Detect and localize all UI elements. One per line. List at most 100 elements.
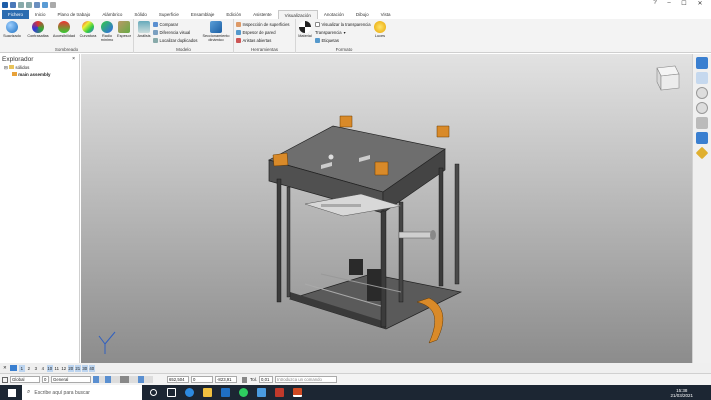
page-30[interactable]: 30: [81, 364, 88, 372]
page-4[interactable]: 4: [40, 365, 46, 372]
save-icon[interactable]: [10, 1, 16, 8]
view-cube-icon[interactable]: [656, 65, 680, 91]
tree-item-solidos[interactable]: ⊟ sólidos: [0, 64, 79, 71]
seccionamiento-dinamico-button[interactable]: Seccionamiento dinámico: [200, 21, 232, 42]
maximize-button[interactable]: ☐: [679, 0, 689, 7]
comparar-button[interactable]: Comparar: [153, 22, 178, 27]
espesor-de-pared-button[interactable]: Espesor de pared: [236, 30, 276, 35]
page-20[interactable]: 20: [67, 364, 74, 372]
lock-icon[interactable]: [242, 376, 247, 383]
page-2[interactable]: 2: [26, 365, 32, 372]
page-1[interactable]: 1: [18, 364, 25, 372]
customize-icon[interactable]: [50, 1, 56, 8]
zoom-icon[interactable]: [696, 87, 708, 99]
aristas-abiertas-button[interactable]: Aristas abiertas: [236, 38, 271, 43]
tab-edicion[interactable]: Edición: [220, 10, 247, 19]
page-21[interactable]: 21: [74, 364, 81, 372]
tolerance-field[interactable]: 0,01: [259, 376, 274, 383]
localizar-duplicados-button[interactable]: Localizar duplicados: [153, 38, 197, 43]
command-input[interactable]: Introduzca un comando: [275, 376, 338, 383]
file-explorer-icon[interactable]: [202, 388, 212, 397]
group-label-modelo: Modelo: [176, 47, 191, 52]
fit-view-icon[interactable]: [696, 117, 708, 129]
print-icon[interactable]: [34, 1, 40, 8]
view-iso-icon[interactable]: [696, 57, 708, 69]
tab-visualizacion[interactable]: Visualización: [277, 10, 318, 19]
redo-icon[interactable]: [26, 1, 32, 8]
tab-anotacion[interactable]: Anotación: [318, 10, 350, 19]
powerpoint-icon[interactable]: [292, 388, 302, 397]
layers-toggle-icon[interactable]: [9, 365, 17, 371]
model-view[interactable]: [81, 54, 692, 363]
curvatura-button[interactable]: Curvatura: [78, 21, 98, 38]
task-view-icon[interactable]: [166, 388, 176, 397]
localizar-duplicados-icon: [153, 38, 158, 43]
luces-button[interactable]: Luces: [372, 21, 388, 38]
suavizado-button[interactable]: Suavizado: [2, 21, 22, 38]
app-logo-icon: [2, 1, 8, 8]
tab-fichero[interactable]: Fichero: [2, 10, 30, 19]
tab-superficie[interactable]: Superficie: [153, 10, 185, 19]
group-herramientas: Inspección de superficies Espesor de par…: [234, 19, 296, 53]
expand-icon[interactable]: ⊟: [4, 65, 8, 70]
inspeccion-icon: [236, 22, 241, 27]
3d-viewport[interactable]: [81, 54, 692, 363]
whatsapp-icon[interactable]: [238, 388, 248, 397]
inspeccion-superficies-button[interactable]: Inspección de superficies: [236, 22, 290, 27]
x-coordinate-field[interactable]: 652,504: [167, 376, 189, 383]
close-bar-icon[interactable]: ✕: [3, 365, 7, 371]
snap-icons[interactable]: [93, 376, 153, 383]
view-cube-small-icon[interactable]: [696, 72, 708, 84]
minimize-button[interactable]: –: [664, 0, 674, 6]
layer-select[interactable]: General: [51, 376, 91, 383]
cortana-icon[interactable]: [150, 389, 157, 396]
tab-plano-de-trabajo[interactable]: Plano de trabajo: [52, 10, 97, 19]
folder-icon: [9, 65, 15, 69]
layer-page-bar: ✕ 1 2 3 4 10 11 12 20 21 30 40: [0, 363, 711, 373]
grid-icon[interactable]: [2, 376, 8, 383]
explorer-close-button[interactable]: ×: [72, 56, 75, 62]
zoom-window-icon[interactable]: [696, 102, 708, 114]
windows-start-icon[interactable]: [8, 388, 16, 397]
page-11[interactable]: 11: [54, 365, 60, 372]
page-3[interactable]: 3: [33, 365, 39, 372]
edge-icon[interactable]: [184, 388, 194, 397]
analisis-button[interactable]: Análisis: [135, 21, 153, 38]
z-coordinate-field[interactable]: -823,91: [215, 376, 237, 383]
close-button[interactable]: ✕: [695, 0, 705, 7]
render-mode-icon[interactable]: [695, 146, 709, 160]
printer-assembly[interactable]: [268, 115, 463, 344]
y-coordinate-field[interactable]: 0: [191, 376, 213, 383]
tree-item-main-assembly[interactable]: main assembly: [0, 71, 79, 78]
transparencia-dropdown[interactable]: Transparencia ▾: [315, 30, 346, 35]
options-icon[interactable]: [42, 1, 48, 8]
tab-inicio[interactable]: Inicio: [29, 10, 52, 19]
tab-asistente[interactable]: Asistente: [247, 10, 278, 19]
tab-solido[interactable]: Sólido: [128, 10, 153, 19]
accesibilidad-button[interactable]: Accesibilidad: [52, 21, 76, 38]
espesor-button[interactable]: Espesor: [114, 21, 134, 38]
visualizar-transparencia-toggle[interactable]: Visualizar la transparencia: [315, 22, 371, 27]
shaded-view-icon[interactable]: [696, 132, 708, 144]
app-red-icon[interactable]: [274, 388, 284, 397]
tab-vista[interactable]: Vista: [375, 10, 397, 19]
tab-dibujo[interactable]: Dibujo: [350, 10, 375, 19]
tab-ensamblaje[interactable]: Ensamblaje: [185, 10, 221, 19]
layer-number-field[interactable]: 0: [42, 376, 49, 383]
taskbar-search-box[interactable]: ⌕ Escribe aquí para buscar: [22, 385, 142, 400]
outlook-icon[interactable]: [220, 388, 230, 397]
help-button[interactable]: ?: [650, 0, 660, 6]
system-tray[interactable]: 15:38 21/03/2021: [670, 388, 693, 398]
contrasaltas-button[interactable]: Contrasaltas: [26, 21, 50, 38]
light-bulb-icon: [374, 21, 386, 33]
page-10[interactable]: 10: [46, 364, 53, 372]
plane-select[interactable]: Global: [10, 376, 40, 383]
page-40[interactable]: 40: [88, 364, 95, 372]
tab-alambrico[interactable]: Alámbrico: [96, 10, 128, 19]
store-icon[interactable]: [256, 388, 266, 397]
undo-icon[interactable]: [18, 1, 24, 8]
etiquetas-button[interactable]: Etiquetas: [315, 38, 339, 43]
page-12[interactable]: 12: [61, 365, 67, 372]
diferencia-visual-button[interactable]: Diferencia visual: [153, 30, 190, 35]
material-button[interactable]: Material: [296, 21, 314, 38]
